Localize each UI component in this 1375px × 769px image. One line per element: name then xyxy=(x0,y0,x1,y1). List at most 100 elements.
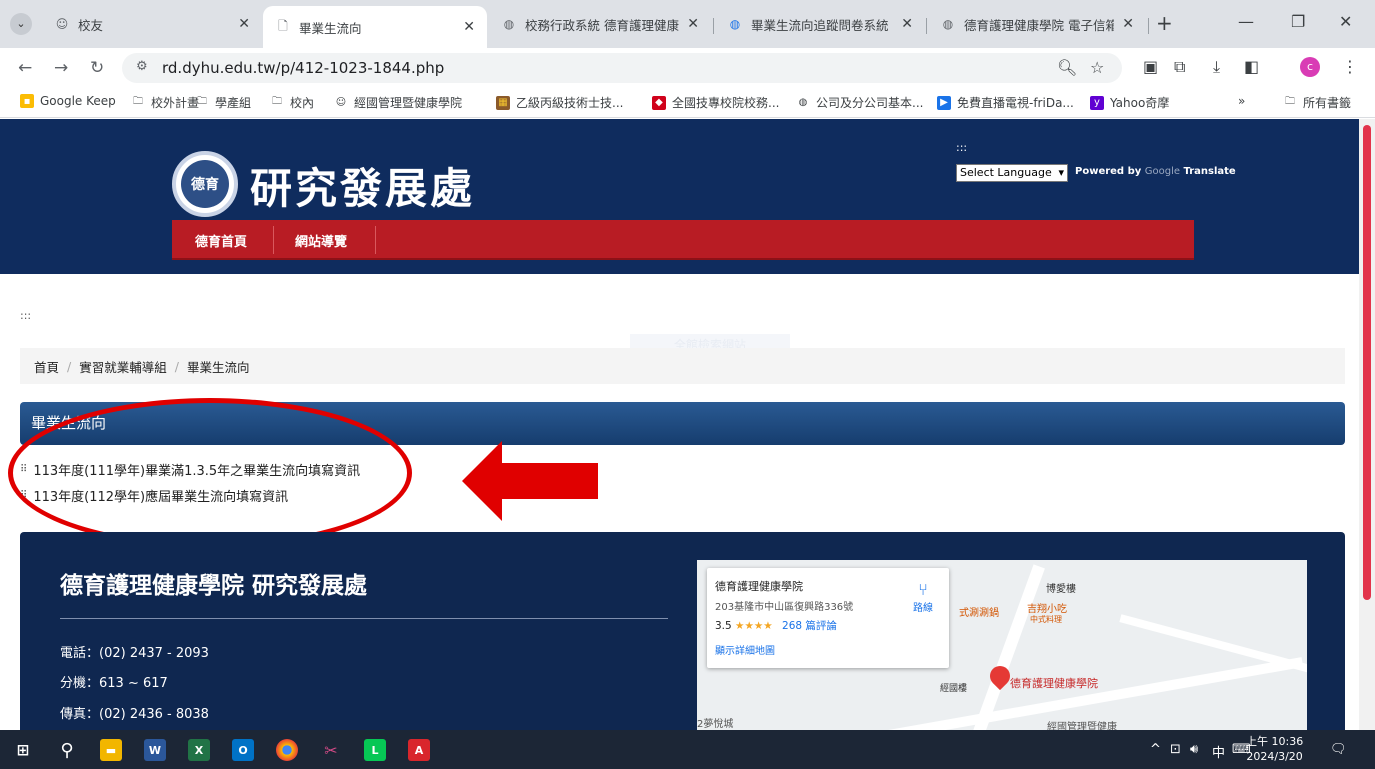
bookmark-folder[interactable]: 🗀 校內 xyxy=(270,94,314,111)
site-footer: 德育護理健康學院 研究發展處 電話：(02) 2437 - 2093 分機：61… xyxy=(20,532,1345,730)
windows-start-icon[interactable]: ⊞ xyxy=(12,739,34,761)
view-larger-map-link[interactable]: 顯示詳細地圖 xyxy=(715,642,775,657)
acrobat-icon[interactable]: A xyxy=(408,739,430,761)
search-icon[interactable]: ⚲ xyxy=(56,739,78,761)
map-label: 吉翔小吃 xyxy=(1027,604,1067,615)
close-icon[interactable]: ✕ xyxy=(901,16,913,32)
tab-email[interactable]: ◍ 德育護理健康學院 電子信箱 ✕ xyxy=(928,8,1146,40)
list-item-link[interactable]: 113年度(112學年)應屆畢業生流向填寫資訊 xyxy=(33,486,288,505)
scrollbar-thumb[interactable] xyxy=(1363,125,1371,600)
tab-sync-icon[interactable]: ▣ xyxy=(1143,57,1158,76)
close-icon[interactable]: ✕ xyxy=(463,19,475,35)
accessibility-anchor[interactable]: ::: xyxy=(956,141,967,154)
breadcrumb-home[interactable]: 首頁 xyxy=(34,357,59,376)
site-info-icon[interactable]: ⚙ xyxy=(136,59,148,74)
bookmark-item[interactable]: ☺ 經國管理暨健康學院 xyxy=(334,94,462,111)
word-icon[interactable]: W xyxy=(144,739,166,761)
map-info-card: 德育護理健康學院 203基隆市中山區復興路336號 3.5 ★★★★ 268 篇… xyxy=(707,568,949,668)
volume-icon[interactable]: 🔊︎ xyxy=(1190,742,1198,757)
directions-button[interactable]: ⑂ 路線 xyxy=(913,580,933,614)
more-bookmarks-button[interactable]: » xyxy=(1238,94,1245,108)
system-clock[interactable]: 上午 10:36 2024/3/20 xyxy=(1246,734,1303,764)
chrome-icon[interactable] xyxy=(276,739,298,761)
close-icon[interactable]: ✕ xyxy=(238,16,250,32)
footer-fax: 傳真：(02) 2436 - 8038 xyxy=(60,707,209,722)
reload-icon[interactable]: ↻ xyxy=(90,58,104,78)
list-item[interactable]: ⠿ 113年度(112學年)應屆畢業生流向填寫資訊 xyxy=(20,486,288,505)
keep-icon: ▪ xyxy=(20,94,34,108)
side-panel-icon[interactable]: ◧ xyxy=(1244,57,1259,76)
page-icon: 🗋 xyxy=(278,18,288,33)
accessibility-anchor[interactable]: ::: xyxy=(20,309,31,322)
zoom-icon[interactable]: 🔍︎ xyxy=(1057,58,1077,77)
tab-admin-system[interactable]: ◍ 校務行政系統 德育護理健康 ✕ xyxy=(489,8,711,40)
map-label: 中式料理 xyxy=(1030,615,1062,624)
url-text[interactable]: rd.dyhu.edu.tw/p/412-1023-1844.php xyxy=(162,59,444,77)
tab-label: 德育護理健康學院 電子信箱 xyxy=(964,17,1115,33)
close-window-button[interactable]: ✕ xyxy=(1339,12,1352,31)
tab-alumni[interactable]: ☺ 校友 ✕ xyxy=(42,8,262,40)
tab-label: 畢業生流向追蹤問卷系統 xyxy=(751,17,889,33)
line-icon[interactable]: L xyxy=(364,739,386,761)
bookmark-label: 校內 xyxy=(290,96,315,110)
extensions-icon[interactable]: ⧉ xyxy=(1174,57,1185,77)
close-icon[interactable]: ✕ xyxy=(1122,16,1134,32)
list-item[interactable]: ⠿ 113年度(111學年)畢業滿1.3.5年之畢業生流向填寫資訊 xyxy=(20,460,360,479)
excel-icon[interactable]: X xyxy=(188,739,210,761)
download-icon[interactable]: ⤓ xyxy=(1213,57,1220,77)
windows-taskbar: ⊞ ⚲ ▬ W X O ✂ L A ^ ⊡ 🔊︎ 中 ⌨ 上午 10:36 20… xyxy=(0,730,1375,769)
reviews-link[interactable]: 268 篇評論 xyxy=(782,620,837,632)
clock-time: 上午 10:36 xyxy=(1246,735,1304,748)
globe-icon: ◍ xyxy=(942,17,954,31)
bookmark-google-keep[interactable]: ▪ Google Keep xyxy=(20,94,116,108)
network-icon[interactable]: ⊡ xyxy=(1170,742,1181,757)
address-bar[interactable]: ⚙ rd.dyhu.edu.tw/p/412-1023-1844.php 🔍︎ … xyxy=(122,53,1122,83)
list-item-link[interactable]: 113年度(111學年)畢業滿1.3.5年之畢業生流向填寫資訊 xyxy=(33,460,360,479)
globe-icon: ◍ xyxy=(798,97,808,108)
bookmark-item[interactable]: y Yahoo奇摩 xyxy=(1090,94,1169,111)
restore-button[interactable]: ❐ xyxy=(1291,12,1305,31)
play-icon: ▶ xyxy=(937,95,951,110)
bookmark-item[interactable]: ◍ 公司及分公司基本... xyxy=(796,94,924,111)
bookmark-star-icon[interactable]: ☆ xyxy=(1090,58,1104,77)
breadcrumb-section[interactable]: 實習就業輔導組 xyxy=(79,357,167,376)
outlook-icon[interactable]: O xyxy=(232,739,254,761)
breadcrumb-current[interactable]: 畢業生流向 xyxy=(187,357,250,376)
language-select[interactable]: Select Language ▾ xyxy=(956,164,1068,182)
tab-search-button[interactable]: ⌄ xyxy=(10,13,32,35)
bookmark-item[interactable]: ▦ 乙級丙級技術士技... xyxy=(496,94,623,111)
all-bookmarks-button[interactable]: 🗀 所有書籤 xyxy=(1283,94,1351,111)
bookmark-folder[interactable]: 🗀 校外計畫 xyxy=(131,94,199,111)
place-rating: 3.5 ★★★★ 268 篇評論 xyxy=(715,618,837,633)
google-logo-text: Google xyxy=(1144,166,1180,177)
map-label: 經國樓 xyxy=(940,684,968,694)
bookmark-folder[interactable]: 🗀 學產組 xyxy=(195,94,251,111)
notification-icon[interactable]: 🗨 xyxy=(1330,742,1347,757)
nav-home[interactable]: 德育首頁 xyxy=(195,231,247,250)
ime-icon[interactable]: 中 xyxy=(1212,742,1225,761)
page-scrollbar[interactable] xyxy=(1359,119,1375,730)
forward-icon[interactable]: → xyxy=(54,58,68,78)
school-logo[interactable]: 德育 xyxy=(172,151,238,217)
google-map[interactable]: 博愛樓 吉翔小吃 中式料理 式涮涮鍋 經國樓 德育護理健康學院 經國管理暨健康 … xyxy=(697,560,1307,730)
tab-graduate-destination[interactable]: 🗋 畢業生流向 ✕ xyxy=(263,6,487,48)
close-icon[interactable]: ✕ xyxy=(687,16,699,32)
profile-avatar[interactable]: c xyxy=(1300,57,1320,77)
tab-separator xyxy=(713,18,714,34)
minimize-button[interactable]: — xyxy=(1238,12,1254,31)
menu-icon[interactable]: ⋮ xyxy=(1342,57,1358,76)
tray-expand-icon[interactable]: ^ xyxy=(1150,742,1161,757)
back-icon[interactable]: ← xyxy=(18,58,32,78)
file-explorer-icon[interactable]: ▬ xyxy=(100,739,122,761)
smiley-icon: ☺ xyxy=(335,97,347,108)
map-label: 式涮涮鍋 xyxy=(959,608,999,619)
bookmark-item[interactable]: ▶ 免費直播電視-friDa... xyxy=(937,94,1074,111)
place-address: 203基隆市中山區復興路336號 xyxy=(715,602,854,613)
powered-by-text: Powered by xyxy=(1075,166,1142,177)
tab-survey-system[interactable]: ◍ 畢業生流向追蹤問卷系統 ✕ xyxy=(715,8,925,40)
new-tab-button[interactable]: + xyxy=(1156,11,1173,35)
nav-sitemap[interactable]: 網站導覽 xyxy=(295,231,347,250)
site-header: 德育 研究發展處 ::: Select Language ▾ Powered b… xyxy=(0,119,1359,274)
bookmark-item[interactable]: ◆ 全國技專校院校務... xyxy=(652,94,779,111)
snipping-tool-icon[interactable]: ✂ xyxy=(320,739,342,761)
